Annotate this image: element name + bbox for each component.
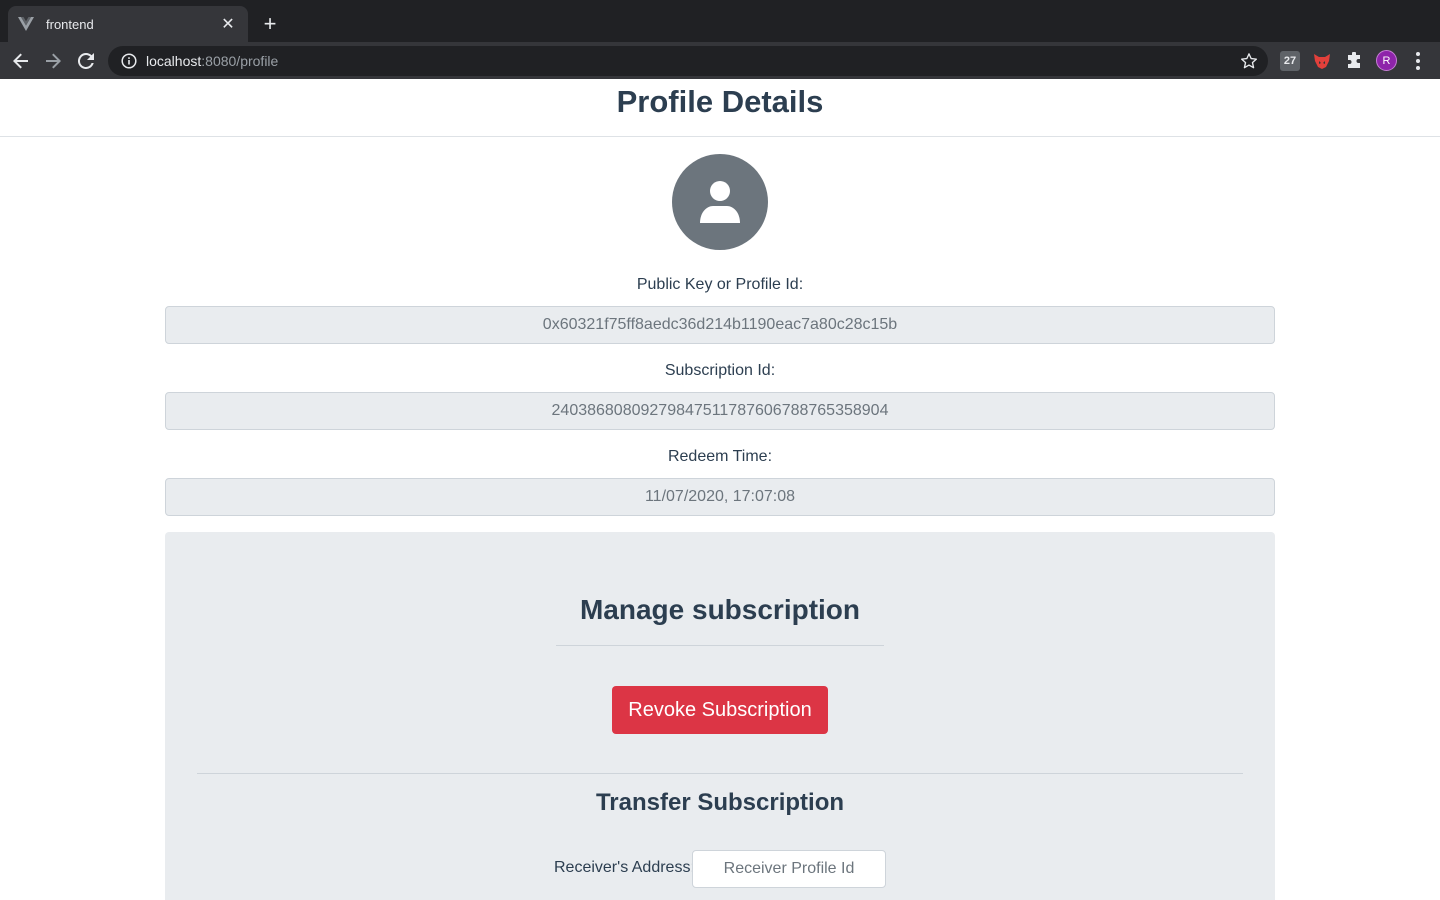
profile-avatar — [672, 154, 768, 250]
arrow-right-icon — [46, 53, 61, 69]
browser-menu-icon[interactable] — [1410, 50, 1426, 72]
url-path: :8080/profile — [201, 53, 279, 69]
browser-profile-avatar[interactable]: R — [1376, 50, 1397, 71]
bookmark-star-icon[interactable] — [1240, 52, 1258, 70]
revoke-subscription-button[interactable]: Revoke Subscription — [612, 686, 828, 734]
extension-fox-icon[interactable] — [1312, 51, 1332, 71]
extensions-puzzle-icon[interactable] — [1344, 51, 1364, 71]
extension-calendar-icon[interactable]: 27 — [1280, 51, 1300, 71]
forward-button[interactable] — [40, 48, 66, 74]
receiver-address-input[interactable] — [692, 850, 886, 888]
subscription-id-field[interactable] — [165, 392, 1275, 430]
subscription-id-label: Subscription Id: — [664, 362, 776, 379]
transfer-subscription-title: Transfer Subscription — [595, 789, 845, 816]
public-key-field[interactable] — [165, 306, 1275, 344]
tab-title: frontend — [46, 16, 94, 32]
section-divider — [197, 773, 1243, 774]
reload-button[interactable] — [73, 48, 99, 74]
receiver-address-label: Receiver's Address: — [554, 859, 695, 876]
back-button[interactable] — [8, 48, 34, 74]
page-content: Profile Details Public Key or Profile Id… — [0, 79, 1440, 900]
info-icon[interactable] — [120, 52, 138, 70]
title-divider — [556, 645, 884, 646]
vue-logo-icon — [18, 16, 34, 32]
url-host: localhost — [146, 53, 202, 69]
arrow-left-icon — [13, 53, 28, 69]
new-tab-button[interactable]: + — [258, 12, 282, 36]
redeem-time-label: Redeem Time: — [667, 448, 773, 465]
reload-icon — [78, 53, 94, 69]
browser-toolbar: localhost:8080/profile 27 R — [0, 42, 1440, 79]
manage-subscription-panel: Manage subscription Revoke Subscription … — [165, 532, 1275, 900]
address-bar[interactable]: localhost:8080/profile — [108, 46, 1268, 76]
browser-tab[interactable]: frontend ✕ — [8, 6, 248, 42]
page-header: Profile Details — [0, 79, 1440, 137]
manage-subscription-title: Manage subscription — [579, 594, 861, 625]
public-key-label: Public Key or Profile Id: — [636, 276, 804, 293]
page-title: Profile Details — [616, 84, 824, 119]
tab-close-icon[interactable]: ✕ — [218, 14, 238, 34]
browser-tabbar: frontend ✕ + — [0, 0, 1440, 42]
user-icon — [700, 181, 740, 223]
redeem-time-field[interactable] — [165, 478, 1275, 516]
